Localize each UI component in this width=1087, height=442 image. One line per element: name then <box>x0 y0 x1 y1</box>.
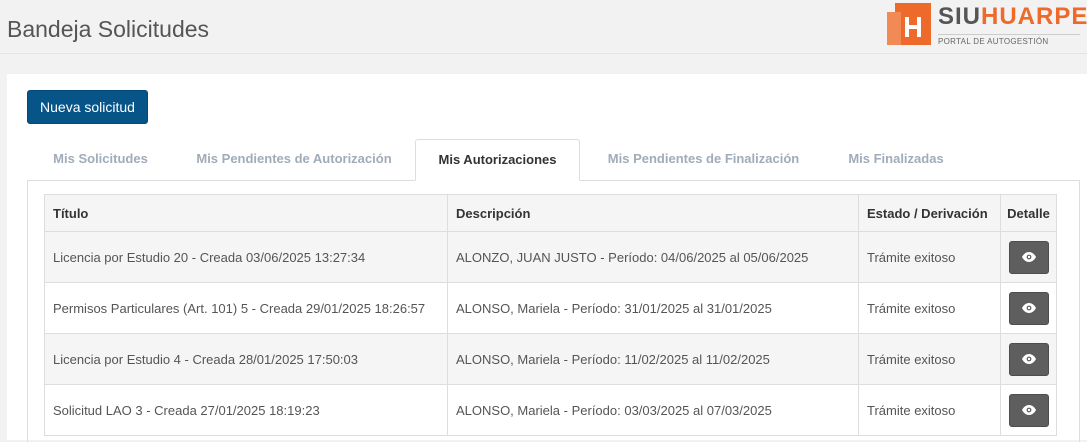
cell-descripcion: ALONSO, Mariela - Período: 31/01/2025 al… <box>447 282 859 334</box>
header-descripcion: Descripción <box>447 194 859 232</box>
header-detalle: Detalle <box>1000 194 1057 232</box>
detail-button[interactable] <box>1008 240 1049 274</box>
eye-icon <box>1021 303 1036 313</box>
header-estado: Estado / Derivación <box>858 194 1001 232</box>
cell-descripcion: ALONSO, Mariela - Período: 11/02/2025 al… <box>447 333 859 385</box>
eye-icon <box>1021 354 1036 364</box>
main-panel: Nueva solicitud Mis Solicitudes Mis Pend… <box>7 74 1087 442</box>
cell-estado: Trámite exitoso <box>858 231 1001 283</box>
tab-mis-pendientes-finalizacion[interactable]: Mis Pendientes de Finalización <box>580 139 827 179</box>
table-row: Licencia por Estudio 4 - Creada 28/01/20… <box>44 333 1057 385</box>
table-row: Licencia por Estudio 20 - Creada 03/06/2… <box>44 231 1057 283</box>
header-titulo: Título <box>44 194 448 232</box>
tab-mis-solicitudes[interactable]: Mis Solicitudes <box>27 139 174 179</box>
tab-mis-finalizadas[interactable]: Mis Finalizadas <box>827 139 965 179</box>
cell-titulo: Solicitud LAO 3 - Creada 27/01/2025 18:1… <box>44 384 448 436</box>
cell-detalle <box>1000 333 1057 385</box>
tab-content: Título Descripción Estado / Derivación D… <box>27 180 1080 442</box>
cell-titulo: Permisos Particulares (Art. 101) 5 - Cre… <box>44 282 448 334</box>
cell-estado: Trámite exitoso <box>858 282 1001 334</box>
table-header-row: Título Descripción Estado / Derivación D… <box>44 194 1057 232</box>
cell-descripcion: ALONZO, JUAN JUSTO - Período: 04/06/2025… <box>447 231 859 283</box>
page-title: Bandeja Solicitudes <box>7 16 210 42</box>
siu-huarpe-logo: SIUHUARPE PORTAL DE AUTOGESTIÓN <box>887 3 1087 47</box>
cell-titulo: Licencia por Estudio 20 - Creada 03/06/2… <box>44 231 448 283</box>
table-row: Solicitud LAO 3 - Creada 27/01/2025 18:1… <box>44 384 1057 436</box>
table-row: Permisos Particulares (Art. 101) 5 - Cre… <box>44 282 1057 334</box>
logo-subtitle: PORTAL DE AUTOGESTIÓN <box>938 34 1080 46</box>
tabs-bar: Mis Solicitudes Mis Pendientes de Autori… <box>27 139 1080 181</box>
cell-detalle <box>1000 384 1057 436</box>
top-bar: Bandeja Solicitudes SIUHUARPE PORTAL DE … <box>0 0 1087 54</box>
requests-table: Título Descripción Estado / Derivación D… <box>44 194 1057 436</box>
cell-detalle <box>1000 282 1057 334</box>
cell-titulo: Licencia por Estudio 4 - Creada 28/01/20… <box>44 333 448 385</box>
detail-button[interactable] <box>1008 291 1049 325</box>
eye-icon <box>1021 252 1036 262</box>
cell-estado: Trámite exitoso <box>858 384 1001 436</box>
cell-detalle <box>1000 231 1057 283</box>
eye-icon <box>1021 405 1036 415</box>
cell-descripcion: ALONSO, Mariela - Período: 03/03/2025 al… <box>447 384 859 436</box>
detail-button[interactable] <box>1008 342 1049 376</box>
logo-wordmark: SIUHUARPE <box>938 3 1087 30</box>
new-request-button[interactable]: Nueva solicitud <box>27 90 148 124</box>
tab-mis-autorizaciones[interactable]: Mis Autorizaciones <box>415 139 580 181</box>
tab-mis-pendientes-autorizacion[interactable]: Mis Pendientes de Autorización <box>174 139 414 179</box>
detail-button[interactable] <box>1008 393 1049 427</box>
siu-huarpe-logo-icon <box>887 3 931 45</box>
cell-estado: Trámite exitoso <box>858 333 1001 385</box>
